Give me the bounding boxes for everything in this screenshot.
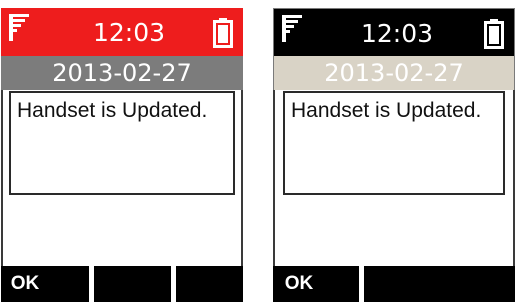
handset-screen-red: 12:03 2013-02-27 Handset is Updated. OK <box>1 8 243 302</box>
handset-screen-black: 12:03 2013-02-27 Handset is Updated. OK <box>273 8 515 302</box>
battery-icon <box>213 18 233 48</box>
status-bar: 12:03 <box>1 8 243 56</box>
softkey-bar: OK <box>1 266 243 302</box>
date-bar: 2013-02-27 <box>273 56 515 90</box>
right-softkey[interactable] <box>171 266 243 302</box>
softkey-bar: OK <box>273 266 515 302</box>
ok-softkey[interactable]: OK <box>273 266 359 302</box>
status-time: 12:03 <box>360 19 434 48</box>
message-box: Handset is Updated. <box>283 91 505 195</box>
message-box: Handset is Updated. <box>9 91 235 195</box>
right-softkey[interactable] <box>359 266 515 302</box>
status-time: 12:03 <box>92 18 166 47</box>
middle-softkey[interactable] <box>89 266 171 302</box>
date-bar: 2013-02-27 <box>1 56 243 90</box>
status-bar: 12:03 <box>273 8 515 56</box>
ok-softkey[interactable]: OK <box>1 266 89 302</box>
battery-icon <box>484 19 504 49</box>
